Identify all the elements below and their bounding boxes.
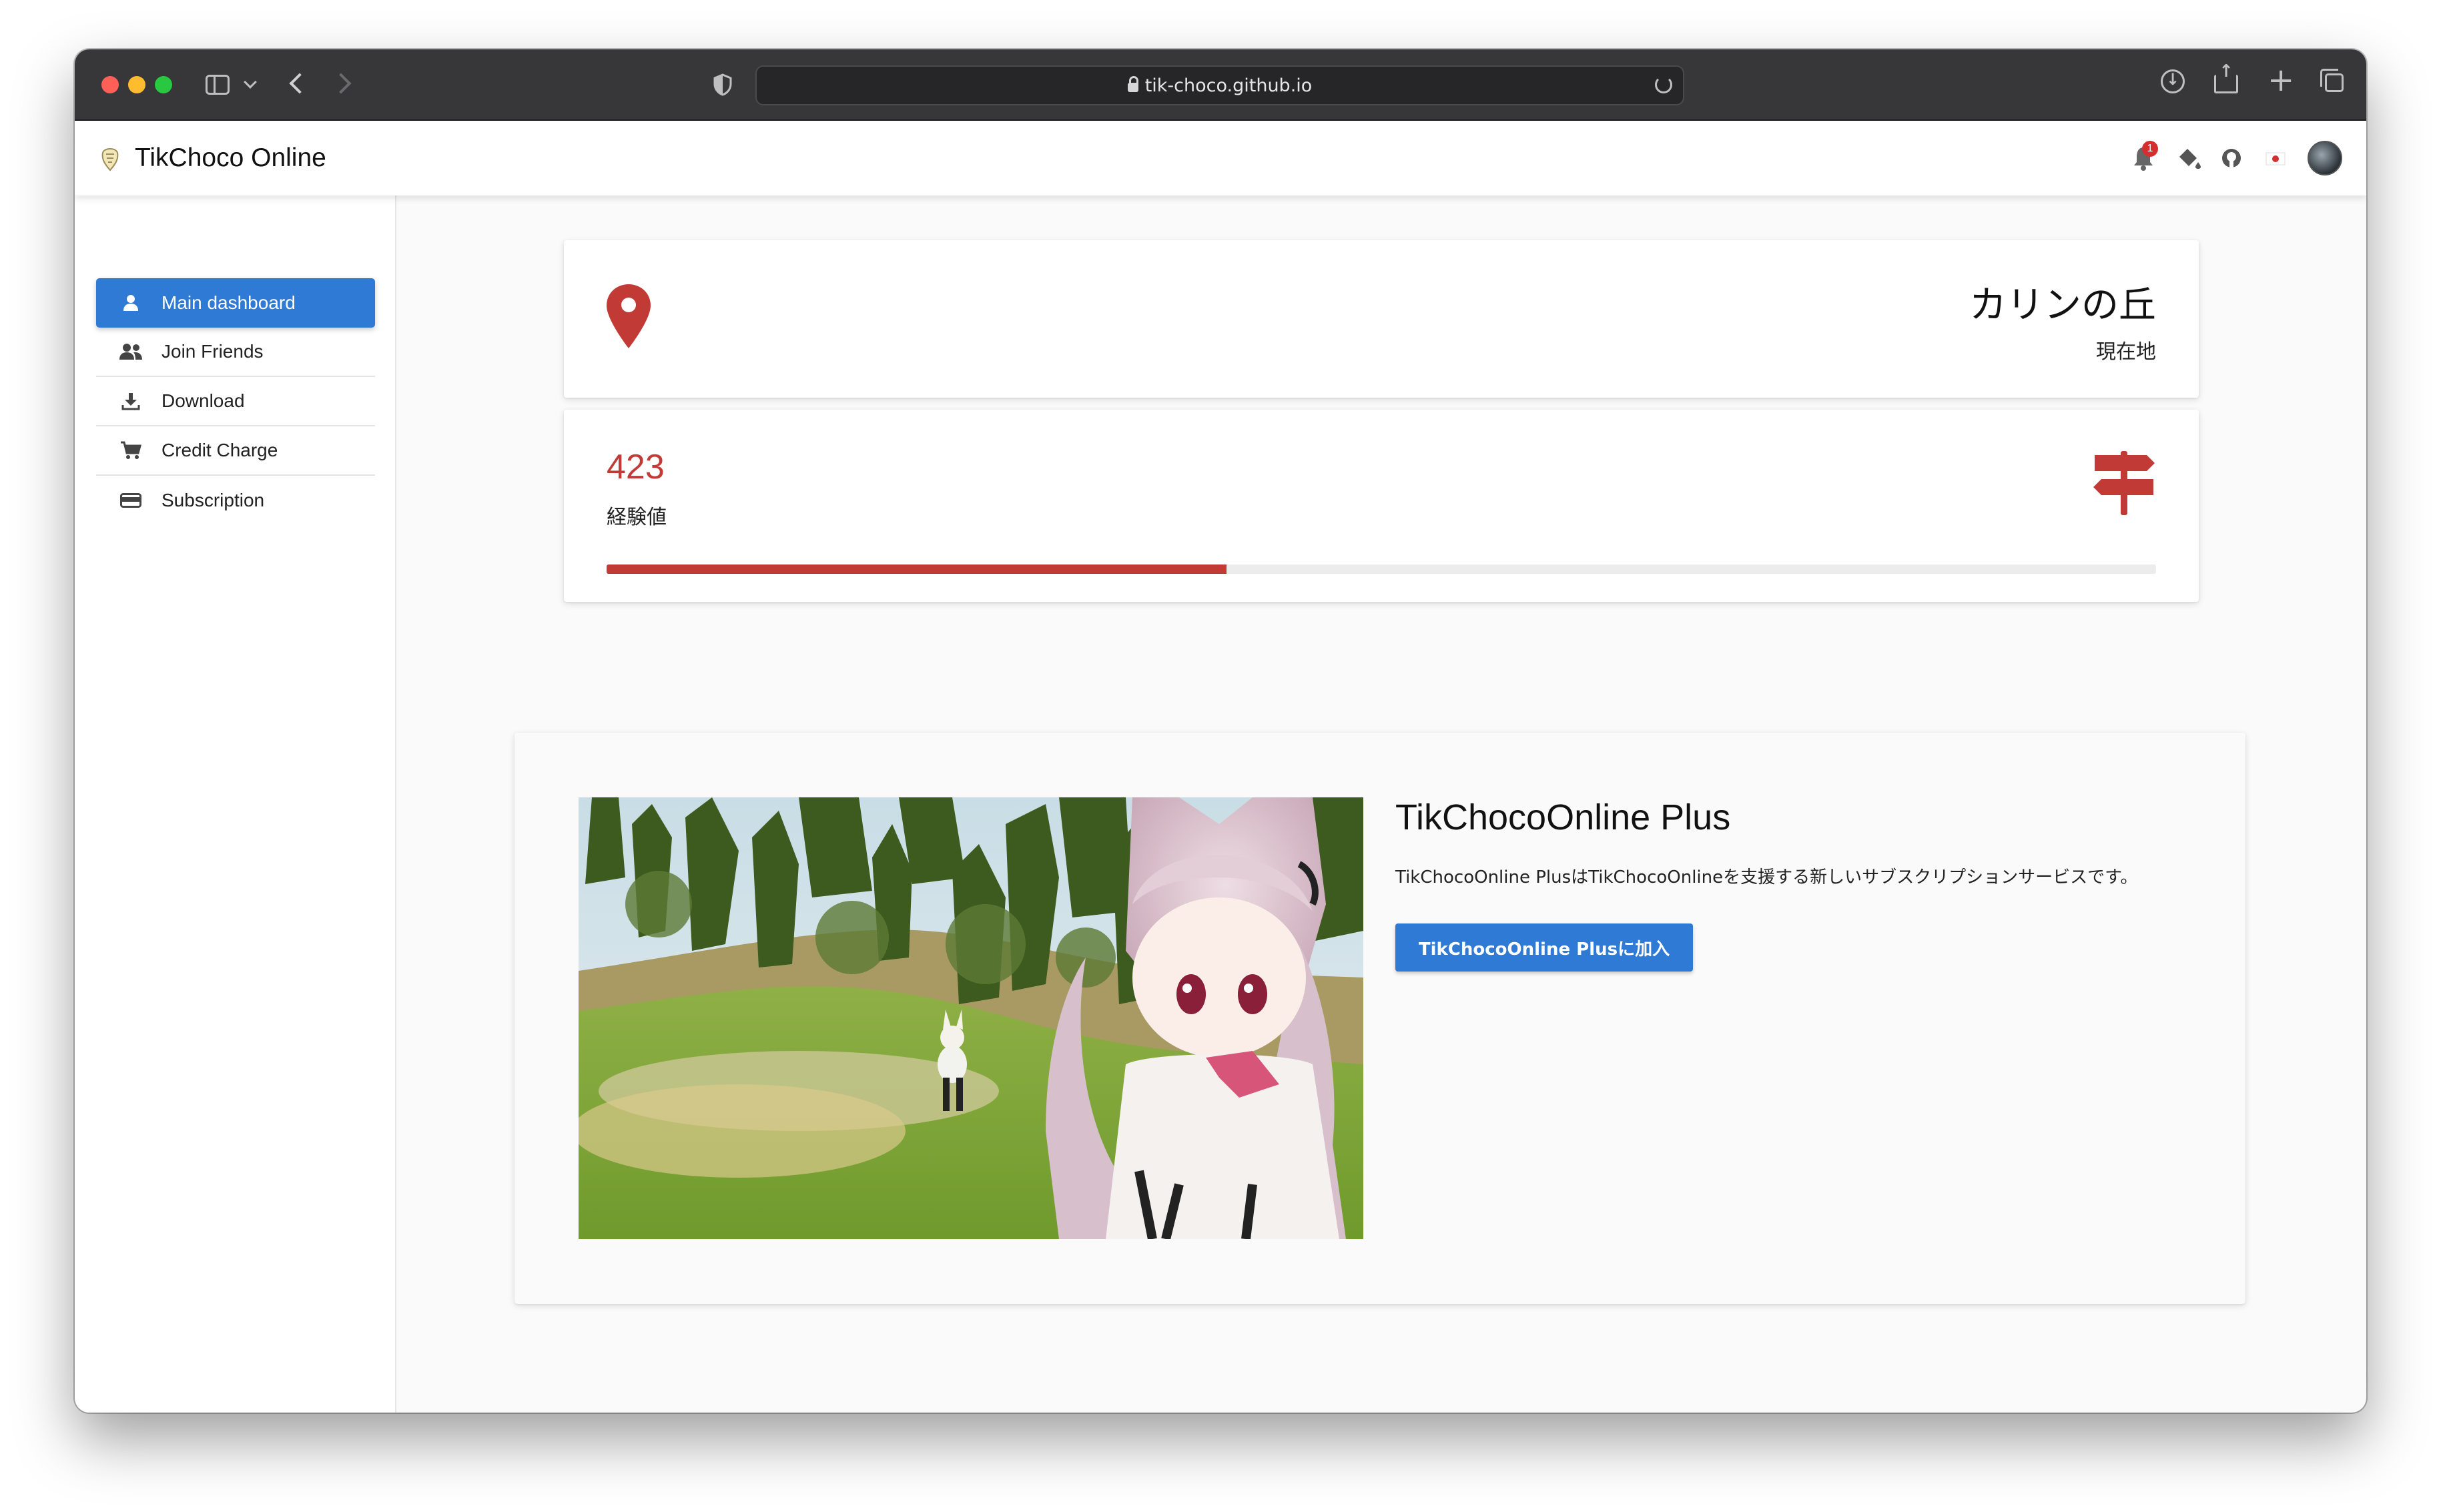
close-window-button[interactable] [101, 76, 119, 93]
experience-progress-bar [607, 564, 2156, 574]
browser-toolbar: tik-choco.github.io [75, 49, 2366, 121]
url-text: tik-choco.github.io [1144, 75, 1313, 96]
experience-value: 423 [607, 448, 665, 486]
plus-description: TikChocoOnline PlusはTikChocoOnlineを支援する新… [1395, 867, 2138, 887]
card-icon [117, 489, 144, 512]
cart-icon [117, 439, 144, 462]
github-icon [2222, 149, 2241, 167]
location-label: 現在地 [2096, 340, 2156, 364]
location-card: カリンの丘 現在地 [564, 240, 2199, 398]
shield-icon[interactable] [713, 73, 733, 96]
sidebar: Main dashboard Join Friends Download Cre… [75, 196, 396, 1413]
download-icon [117, 390, 144, 412]
address-bar[interactable]: tik-choco.github.io [755, 65, 1684, 105]
logo-icon[interactable] [99, 145, 121, 171]
notification-badge: 1 [2142, 141, 2158, 157]
experience-card: 423 経験値 [564, 410, 2199, 602]
sidebar-item-label: Main dashboard [161, 292, 296, 313]
app-title[interactable]: TikChoco Online [135, 143, 326, 173]
language-button[interactable] [2263, 145, 2288, 171]
sidebar-item-subscription[interactable]: Subscription [96, 476, 375, 525]
browser-window: tik-choco.github.io TikChoco Online 1 [75, 49, 2366, 1413]
experience-progress-fill [607, 564, 1227, 574]
chevron-down-icon[interactable] [244, 75, 257, 89]
person-icon [117, 292, 144, 314]
sidebar-item-label: Join Friends [161, 341, 264, 362]
sidebar-item-label: Credit Charge [161, 440, 278, 460]
plus-title: TikChocoOnline Plus [1395, 797, 1731, 837]
sidebar-item-credit-charge[interactable]: Credit Charge [96, 426, 375, 476]
signpost-icon [2093, 451, 2155, 515]
people-icon [117, 340, 144, 363]
app-header: TikChoco Online 1 [75, 121, 2366, 196]
github-button[interactable] [2219, 145, 2243, 171]
japan-flag-icon [2265, 152, 2286, 165]
back-icon[interactable] [289, 73, 310, 94]
downloads-icon[interactable] [2161, 69, 2185, 93]
sidebar-item-join-friends[interactable]: Join Friends [96, 328, 375, 377]
plus-promo-card: TikChocoOnline Plus TikChocoOnline Plusは… [514, 733, 2245, 1304]
new-tab-icon[interactable] [2268, 61, 2292, 99]
sidebar-menu: Main dashboard Join Friends Download Cre… [96, 278, 375, 525]
user-avatar[interactable] [2308, 141, 2342, 175]
reload-icon[interactable] [1655, 76, 1672, 93]
location-name: カリンの丘 [1969, 284, 2156, 327]
map-pin-icon [607, 284, 651, 348]
notifications-button[interactable]: 1 [2131, 141, 2158, 171]
sidebar-toggle-icon[interactable] [206, 75, 230, 95]
theme-button[interactable] [2175, 145, 2201, 171]
sidebar-item-main-dashboard[interactable]: Main dashboard [96, 278, 375, 328]
lock-icon [1127, 76, 1138, 92]
sidebar-item-label: Subscription [161, 490, 265, 510]
game-screenshot-image [579, 797, 1363, 1239]
minimize-window-button[interactable] [128, 76, 145, 93]
paint-bucket-icon [2179, 149, 2201, 169]
join-plus-button[interactable]: TikChocoOnline Plusに加入 [1395, 923, 1693, 972]
sidebar-item-label: Download [161, 390, 245, 411]
forward-icon[interactable] [330, 73, 352, 94]
share-icon[interactable] [2214, 61, 2238, 93]
maximize-window-button[interactable] [155, 76, 172, 93]
experience-label: 経験値 [607, 506, 667, 529]
sidebar-item-download[interactable]: Download [96, 377, 375, 426]
tab-overview-icon[interactable] [2320, 69, 2344, 92]
